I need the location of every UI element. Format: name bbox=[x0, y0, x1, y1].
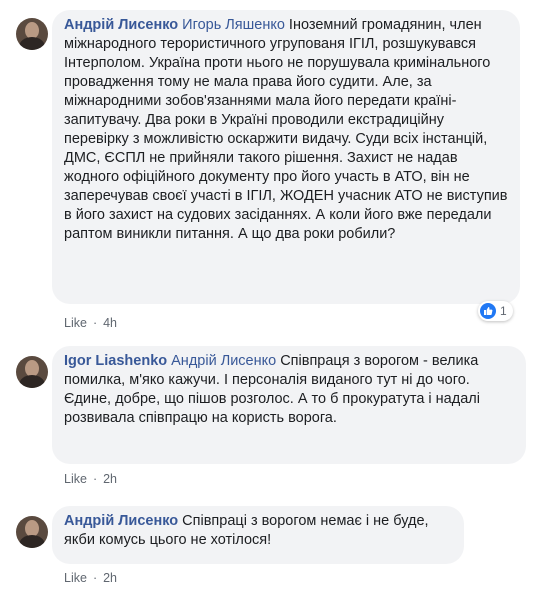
avatar[interactable] bbox=[16, 516, 48, 548]
comment-mention[interactable]: Андрій Лисенко bbox=[171, 353, 276, 369]
separator-dot: · bbox=[92, 472, 98, 486]
thumbs-up-icon bbox=[480, 303, 496, 319]
avatar-shoulders bbox=[19, 535, 45, 548]
comment-time[interactable]: 2h bbox=[103, 472, 117, 486]
separator-dot: · bbox=[92, 571, 98, 585]
like-link[interactable]: Like bbox=[64, 316, 87, 330]
avatar-shoulders bbox=[19, 375, 45, 388]
comment-bubble: Андрій Лисенко Игорь Ляшенко Іноземний гро… bbox=[52, 10, 520, 304]
reaction-count: 1 bbox=[500, 304, 507, 318]
like-link[interactable]: Like bbox=[64, 472, 87, 486]
comment-time[interactable]: 2h bbox=[103, 571, 117, 585]
comment-mention[interactable]: Игорь Ляшенко bbox=[182, 17, 285, 33]
comment-bubble: Андрій Лисенко Співпраці з ворогом немає … bbox=[52, 506, 464, 564]
comment-author[interactable]: Igor Liashenko bbox=[64, 353, 167, 369]
avatar-shoulders bbox=[19, 37, 45, 50]
comment-actions: Like · 2h bbox=[64, 472, 117, 486]
avatar[interactable] bbox=[16, 356, 48, 388]
comment-author[interactable]: Андрій Лисенко bbox=[64, 17, 178, 33]
comment-actions: Like · 4h bbox=[64, 316, 117, 330]
reaction-summary[interactable]: 1 bbox=[478, 301, 513, 321]
comment-bubble: Igor Liashenko Андрій Лисенко Співпраця з … bbox=[52, 346, 526, 464]
comment-time[interactable]: 4h bbox=[103, 316, 117, 330]
comment-actions: Like · 2h bbox=[64, 571, 117, 585]
separator-dot: · bbox=[92, 316, 98, 330]
avatar[interactable] bbox=[16, 18, 48, 50]
like-link[interactable]: Like bbox=[64, 571, 87, 585]
comment-author[interactable]: Андрій Лисенко bbox=[64, 513, 178, 529]
comment-text: Іноземний громадянин, член міжнародного … bbox=[64, 17, 508, 242]
